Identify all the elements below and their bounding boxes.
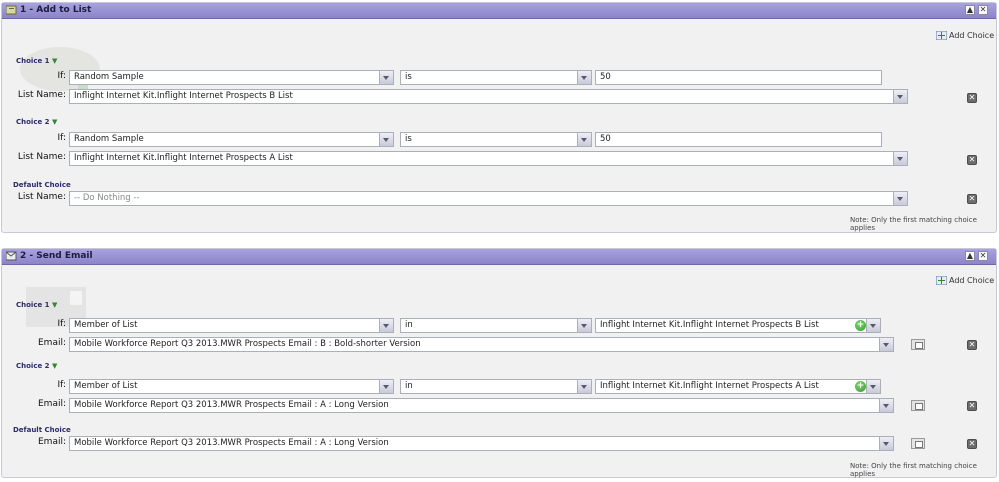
flow-step-add-to-list: 1 - Add to List ▲ ✕ Add Choice Choice 1 … (1, 2, 997, 233)
operator-select[interactable]: in (400, 318, 592, 333)
operator-select[interactable]: is (400, 132, 592, 147)
choice-1-label[interactable]: Choice 1 ▼ (16, 57, 57, 65)
default-choice-label: Default Choice (13, 181, 71, 189)
chevron-down-icon (879, 399, 893, 412)
if-label: If: (57, 319, 66, 329)
email-select[interactable]: Mobile Workforce Report Q3 2013.MWR Pros… (69, 398, 894, 413)
list-name-select[interactable]: Inflight Internet Kit.Inflight Internet … (69, 151, 908, 166)
chevron-down-icon (893, 192, 907, 205)
chevron-down-icon (893, 152, 907, 165)
collapse-icon[interactable]: ▲ (965, 251, 975, 261)
list-select[interactable]: Inflight Internet Kit.Inflight Internet … (595, 318, 881, 333)
chevron-down-icon (577, 133, 591, 146)
list-icon (5, 5, 17, 15)
panel-header: 2 - Send Email ▲ ✕ (2, 249, 996, 265)
preview-icon[interactable] (911, 339, 925, 350)
email-label: Email: (37, 399, 66, 409)
add-choice-label: Add Choice (949, 276, 995, 285)
delete-icon[interactable]: ✕ (967, 155, 977, 165)
operator-select[interactable]: is (400, 70, 592, 85)
field-select[interactable]: Member of List (69, 379, 394, 394)
add-icon[interactable]: + (855, 381, 866, 392)
email-label: Email: (37, 338, 66, 348)
delete-icon[interactable]: ✕ (967, 439, 977, 449)
triangle-down-icon: ▼ (51, 57, 58, 65)
default-choice-label: Default Choice (13, 426, 71, 434)
email-select[interactable]: Mobile Workforce Report Q3 2013.MWR Pros… (69, 337, 894, 352)
add-choice-button[interactable]: Add Choice (935, 30, 995, 42)
chevron-down-icon (866, 319, 880, 332)
operator-select[interactable]: in (400, 379, 592, 394)
chevron-down-icon (379, 319, 393, 332)
if-label: If: (57, 71, 66, 81)
note-text: Note: Only the first matching choice app… (850, 462, 977, 478)
panel-header: 1 - Add to List ▲ ✕ (2, 3, 996, 19)
triangle-down-icon: ▼ (51, 362, 58, 370)
triangle-down-icon: ▼ (51, 301, 58, 309)
email-icon (5, 251, 17, 261)
list-select[interactable]: Inflight Internet Kit.Inflight Internet … (595, 379, 881, 394)
add-icon (935, 275, 948, 286)
add-choice-button[interactable]: Add Choice (935, 275, 995, 287)
chevron-down-icon (893, 90, 907, 103)
list-name-select[interactable]: Inflight Internet Kit.Inflight Internet … (69, 89, 908, 104)
chevron-down-icon (577, 71, 591, 84)
collapse-icon[interactable]: ▲ (965, 5, 975, 15)
add-icon[interactable]: + (855, 320, 866, 331)
choice-2-label[interactable]: Choice 2 ▼ (16, 118, 57, 126)
delete-icon[interactable]: ✕ (967, 340, 977, 350)
email-label: Email: (37, 437, 66, 447)
chevron-down-icon (866, 380, 880, 393)
choice-2-label[interactable]: Choice 2 ▼ (16, 362, 57, 370)
add-icon (935, 30, 948, 41)
preview-icon[interactable] (911, 438, 925, 449)
chevron-down-icon (577, 319, 591, 332)
field-select[interactable]: Member of List (69, 318, 394, 333)
flow-step-send-email: 2 - Send Email ▲ ✕ Add Choice Choice 1 ▼… (1, 248, 997, 478)
chevron-down-icon (577, 380, 591, 393)
email-select[interactable]: Mobile Workforce Report Q3 2013.MWR Pros… (69, 436, 894, 451)
list-name-label: List Name: (17, 90, 66, 100)
chevron-down-icon (879, 338, 893, 351)
delete-icon[interactable]: ✕ (967, 93, 977, 103)
chevron-down-icon (379, 71, 393, 84)
preview-icon[interactable] (911, 400, 925, 411)
list-name-label: List Name: (17, 192, 66, 202)
panel-title: 1 - Add to List (20, 5, 92, 15)
value-input[interactable]: 50 (595, 132, 882, 147)
panel-title: 2 - Send Email (20, 251, 93, 261)
chevron-down-icon (379, 133, 393, 146)
choice-1-label[interactable]: Choice 1 ▼ (16, 301, 57, 309)
add-choice-label: Add Choice (949, 31, 995, 40)
delete-icon[interactable]: ✕ (967, 401, 977, 411)
chevron-down-icon (379, 380, 393, 393)
field-select[interactable]: Random Sample (69, 70, 394, 85)
if-label: If: (57, 133, 66, 143)
chevron-down-icon (879, 437, 893, 450)
value-input[interactable]: 50 (595, 70, 882, 85)
field-select[interactable]: Random Sample (69, 132, 394, 147)
if-label: If: (57, 380, 66, 390)
list-name-select[interactable]: -- Do Nothing -- (69, 191, 908, 206)
note-text: Note: Only the first matching choice app… (850, 216, 977, 232)
list-name-label: List Name: (17, 152, 66, 162)
close-icon[interactable]: ✕ (978, 5, 988, 15)
triangle-down-icon: ▼ (51, 118, 58, 126)
delete-icon[interactable]: ✕ (967, 194, 977, 204)
close-icon[interactable]: ✕ (978, 251, 988, 261)
